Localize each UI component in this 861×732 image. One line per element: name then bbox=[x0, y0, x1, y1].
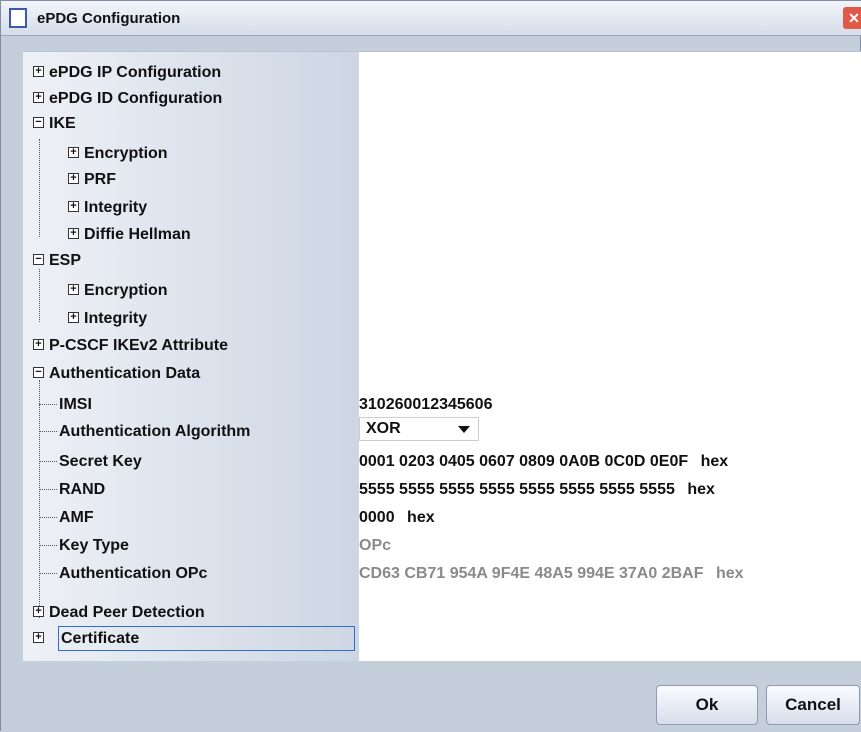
authentication-algorithm-select[interactable]: XOR bbox=[359, 417, 479, 441]
expand-icon[interactable]: + bbox=[68, 312, 79, 323]
cancel-button[interactable]: Cancel bbox=[766, 685, 860, 725]
tree-item-label: PRF bbox=[84, 171, 116, 188]
rand-value[interactable]: 5555 5555 5555 5555 5555 5555 5555 5555 … bbox=[359, 477, 715, 502]
tree-item-label: Encryption bbox=[84, 145, 168, 162]
tree-item-label: Diffie Hellman bbox=[84, 226, 191, 243]
field-label-authentication-opc: Authentication OPc bbox=[59, 565, 208, 582]
unit-label: hex bbox=[687, 481, 715, 498]
ok-button[interactable]: Ok bbox=[656, 685, 758, 725]
configuration-panel: + ePDG IP Configuration + ePDG ID Config… bbox=[23, 51, 861, 662]
secret-key-value[interactable]: 0001 0203 0405 0607 0809 0A0B 0C0D 0E0F … bbox=[359, 449, 728, 474]
field-label-amf: AMF bbox=[59, 509, 94, 526]
tree-item-label: Encryption bbox=[84, 282, 168, 299]
imsi-value[interactable]: 310260012345606 bbox=[359, 392, 492, 417]
tree-branch bbox=[39, 489, 57, 490]
tree-item-label: ePDG IP Configuration bbox=[49, 64, 222, 81]
unit-label: hex bbox=[407, 509, 435, 526]
field-label-imsi: IMSI bbox=[59, 396, 92, 413]
authentication-opc-value: CD63 CB71 954A 9F4E 48A5 994E 37A0 2BAF … bbox=[359, 561, 744, 586]
dialog-footer: Ok Cancel bbox=[1, 661, 861, 732]
expand-icon[interactable]: + bbox=[68, 147, 79, 158]
tree-item-label: Authentication Data bbox=[49, 365, 201, 382]
window-title: ePDG Configuration bbox=[37, 10, 181, 27]
tree-branch bbox=[39, 404, 57, 405]
tree-item-label: Integrity bbox=[84, 199, 148, 216]
tree-item-label: ESP bbox=[49, 252, 82, 269]
expand-icon[interactable]: + bbox=[33, 339, 44, 350]
field-label-key-type: Key Type bbox=[59, 537, 129, 554]
expand-icon[interactable]: + bbox=[68, 228, 79, 239]
field-label-rand: RAND bbox=[59, 481, 106, 498]
tree-item-label: IKE bbox=[49, 115, 76, 132]
amf-value[interactable]: 0000 hex bbox=[359, 505, 435, 530]
close-icon[interactable]: ✕ bbox=[843, 7, 861, 29]
collapse-icon[interactable]: − bbox=[33, 367, 44, 378]
rand-hex: 5555 5555 5555 5555 5555 5555 5555 5555 bbox=[359, 481, 675, 498]
epdg-configuration-dialog: ePDG Configuration ✕ + ePDG IP Configura… bbox=[0, 0, 861, 732]
tree-line-ike bbox=[39, 139, 40, 237]
expand-icon[interactable]: + bbox=[33, 606, 44, 617]
tree-line-esp bbox=[39, 269, 40, 322]
opc-hex: CD63 CB71 954A 9F4E 48A5 994E 37A0 2BAF bbox=[359, 565, 704, 582]
unit-label: hex bbox=[715, 565, 744, 582]
collapse-icon[interactable]: − bbox=[33, 254, 44, 265]
chevron-down-icon bbox=[458, 426, 470, 433]
tree-item-label: Integrity bbox=[84, 310, 148, 327]
expand-icon[interactable]: + bbox=[68, 284, 79, 295]
tree-branch bbox=[39, 545, 57, 546]
selection-focus-outline bbox=[58, 626, 355, 651]
tree-branch bbox=[39, 517, 57, 518]
tree-item-label: Dead Peer Detection bbox=[49, 604, 205, 621]
tree-branch bbox=[39, 431, 57, 432]
tree-item-label: P-CSCF IKEv2 Attribute bbox=[49, 337, 228, 354]
tree-branch bbox=[39, 461, 57, 462]
field-label-secret-key: Secret Key bbox=[59, 453, 142, 470]
tree-branch bbox=[39, 573, 57, 574]
tree-item-label: ePDG ID Configuration bbox=[49, 90, 223, 107]
select-value: XOR bbox=[366, 420, 401, 437]
field-label-authentication-algorithm: Authentication Algorithm bbox=[59, 423, 251, 440]
unit-label: hex bbox=[700, 453, 729, 470]
collapse-icon[interactable]: − bbox=[33, 117, 44, 128]
title-bar: ePDG Configuration ✕ bbox=[1, 1, 861, 36]
amf-hex: 0000 bbox=[359, 509, 395, 526]
key-type-value: OPc bbox=[359, 537, 392, 554]
window-icon bbox=[9, 8, 27, 28]
expand-icon[interactable]: + bbox=[33, 92, 44, 103]
expand-icon[interactable]: + bbox=[68, 201, 79, 212]
secret-key-hex: 0001 0203 0405 0607 0809 0A0B 0C0D 0E0F bbox=[359, 453, 689, 470]
expand-icon[interactable]: + bbox=[68, 173, 79, 184]
expand-icon[interactable]: + bbox=[33, 66, 44, 77]
expand-icon[interactable]: + bbox=[33, 632, 44, 643]
tree-line-auth bbox=[39, 380, 40, 618]
